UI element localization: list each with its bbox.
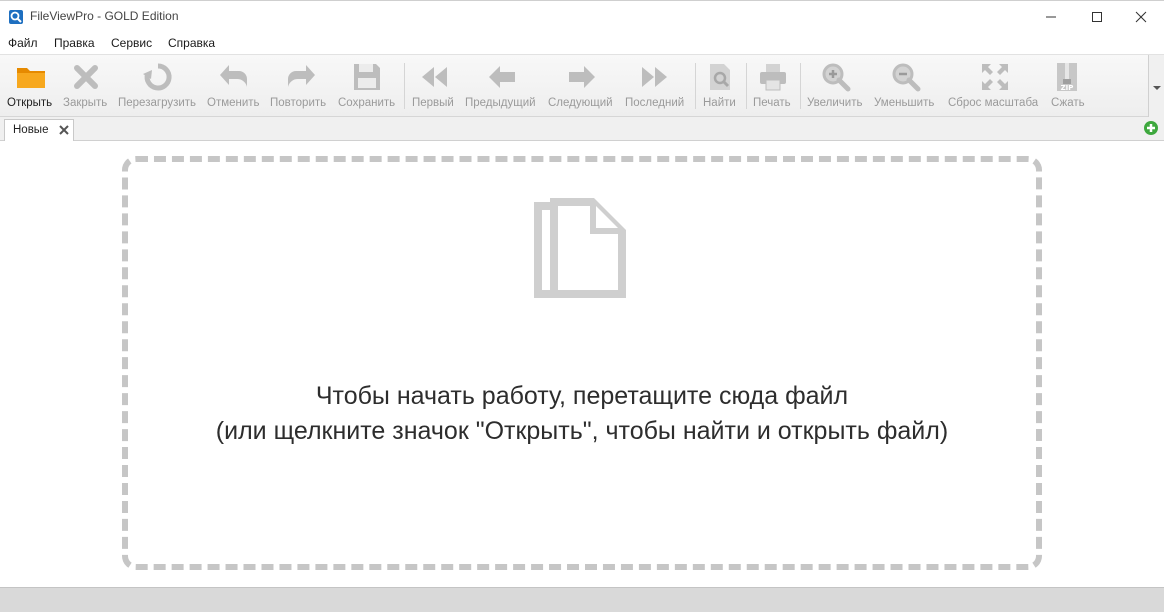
folder-icon xyxy=(17,68,45,88)
reload-icon xyxy=(143,63,172,91)
previous-icon xyxy=(489,66,515,88)
close-tab-icon[interactable] xyxy=(58,124,70,136)
minimize-button[interactable] xyxy=(1028,1,1074,32)
redo-button[interactable]: Повторить xyxy=(268,55,332,115)
close-x-icon xyxy=(74,65,98,89)
drop-hint-line1: Чтобы начать работу, перетащите сюда фай… xyxy=(315,382,849,410)
tab-strip: Новые xyxy=(0,117,1164,141)
chevron-down-icon xyxy=(1153,86,1161,90)
print-label: Печать xyxy=(753,97,791,109)
maximize-icon xyxy=(1092,12,1102,22)
zoom-out-icon xyxy=(892,63,921,92)
save-label: Сохранить xyxy=(338,97,396,109)
menu-help[interactable]: Справка xyxy=(168,36,215,50)
zoom-in-button[interactable]: Увеличить xyxy=(805,55,869,115)
toolbar-separator xyxy=(404,63,405,109)
next-icon xyxy=(569,66,595,88)
last-icon xyxy=(642,67,667,87)
svg-text:ZIP: ZIP xyxy=(1061,84,1074,92)
menu-bar: Файл Правка Сервис Справка xyxy=(0,32,1164,54)
save-button[interactable]: Сохранить xyxy=(336,55,398,115)
compress-button[interactable]: ZIP Сжать xyxy=(1048,55,1088,115)
last-button[interactable]: Последний xyxy=(623,55,689,115)
previous-label: Предыдущий xyxy=(465,97,536,109)
close-icon xyxy=(1135,11,1147,23)
reload-button[interactable]: Перезагрузить xyxy=(116,55,202,115)
find-button[interactable]: Найти xyxy=(700,55,742,115)
zoom-out-label: Уменьшить xyxy=(874,97,935,109)
close-window-button[interactable] xyxy=(1118,1,1164,32)
save-icon xyxy=(354,64,380,90)
open-label: Открыть xyxy=(7,97,53,109)
find-label: Найти xyxy=(703,97,736,109)
toolbar-overflow-button[interactable] xyxy=(1148,55,1164,117)
previous-button[interactable]: Предыдущий xyxy=(463,55,543,115)
zoom-out-button[interactable]: Уменьшить xyxy=(872,55,942,115)
toolbar-separator xyxy=(746,63,747,109)
zip-icon: ZIP xyxy=(1057,63,1077,92)
window-title: FileViewPro - GOLD Edition xyxy=(30,9,179,23)
zoom-in-icon xyxy=(822,63,851,92)
reset-zoom-icon xyxy=(982,64,1008,90)
title-bar: FileViewPro - GOLD Edition xyxy=(0,0,1164,32)
toolbar-separator xyxy=(695,63,696,109)
documents-icon xyxy=(534,198,626,298)
undo-label: Отменить xyxy=(207,97,260,109)
tab-new[interactable]: Новые xyxy=(4,119,74,141)
toolbar: Открыть Закрыть Перезагрузить Отменить П… xyxy=(0,54,1164,117)
tab-label: Новые xyxy=(13,124,49,136)
redo-label: Повторить xyxy=(270,97,327,109)
menu-tools[interactable]: Сервис xyxy=(111,36,152,50)
print-icon xyxy=(760,64,786,91)
zoom-in-label: Увеличить xyxy=(807,97,863,109)
toolbar-separator xyxy=(800,63,801,109)
compress-label: Сжать xyxy=(1051,97,1085,109)
next-button[interactable]: Следующий xyxy=(546,55,620,115)
close-file-button[interactable]: Закрыть xyxy=(60,55,114,115)
open-button[interactable]: Открыть xyxy=(4,55,58,115)
reset-zoom-button[interactable]: Сброс масштаба xyxy=(945,55,1045,115)
reload-label: Перезагрузить xyxy=(118,97,197,109)
first-button[interactable]: Первый xyxy=(410,55,460,115)
minimize-icon xyxy=(1046,16,1056,18)
status-bar xyxy=(0,587,1164,612)
next-label: Следующий xyxy=(548,97,613,109)
first-icon xyxy=(422,67,447,87)
first-label: Первый xyxy=(412,97,454,109)
menu-edit[interactable]: Правка xyxy=(54,36,95,50)
reset-zoom-label: Сброс масштаба xyxy=(948,97,1039,109)
last-label: Последний xyxy=(625,97,685,109)
maximize-button[interactable] xyxy=(1074,1,1120,32)
drop-hint-line2: (или щелкните значок "Открыть", чтобы на… xyxy=(215,417,949,445)
app-logo-icon xyxy=(9,10,23,24)
print-button[interactable]: Печать xyxy=(750,55,796,115)
add-tab-icon[interactable] xyxy=(1143,120,1159,136)
find-icon xyxy=(710,64,730,90)
close-label: Закрыть xyxy=(63,97,108,109)
undo-icon xyxy=(220,65,247,87)
menu-file[interactable]: Файл xyxy=(8,36,38,50)
redo-icon xyxy=(288,65,315,87)
undo-button[interactable]: Отменить xyxy=(205,55,265,115)
